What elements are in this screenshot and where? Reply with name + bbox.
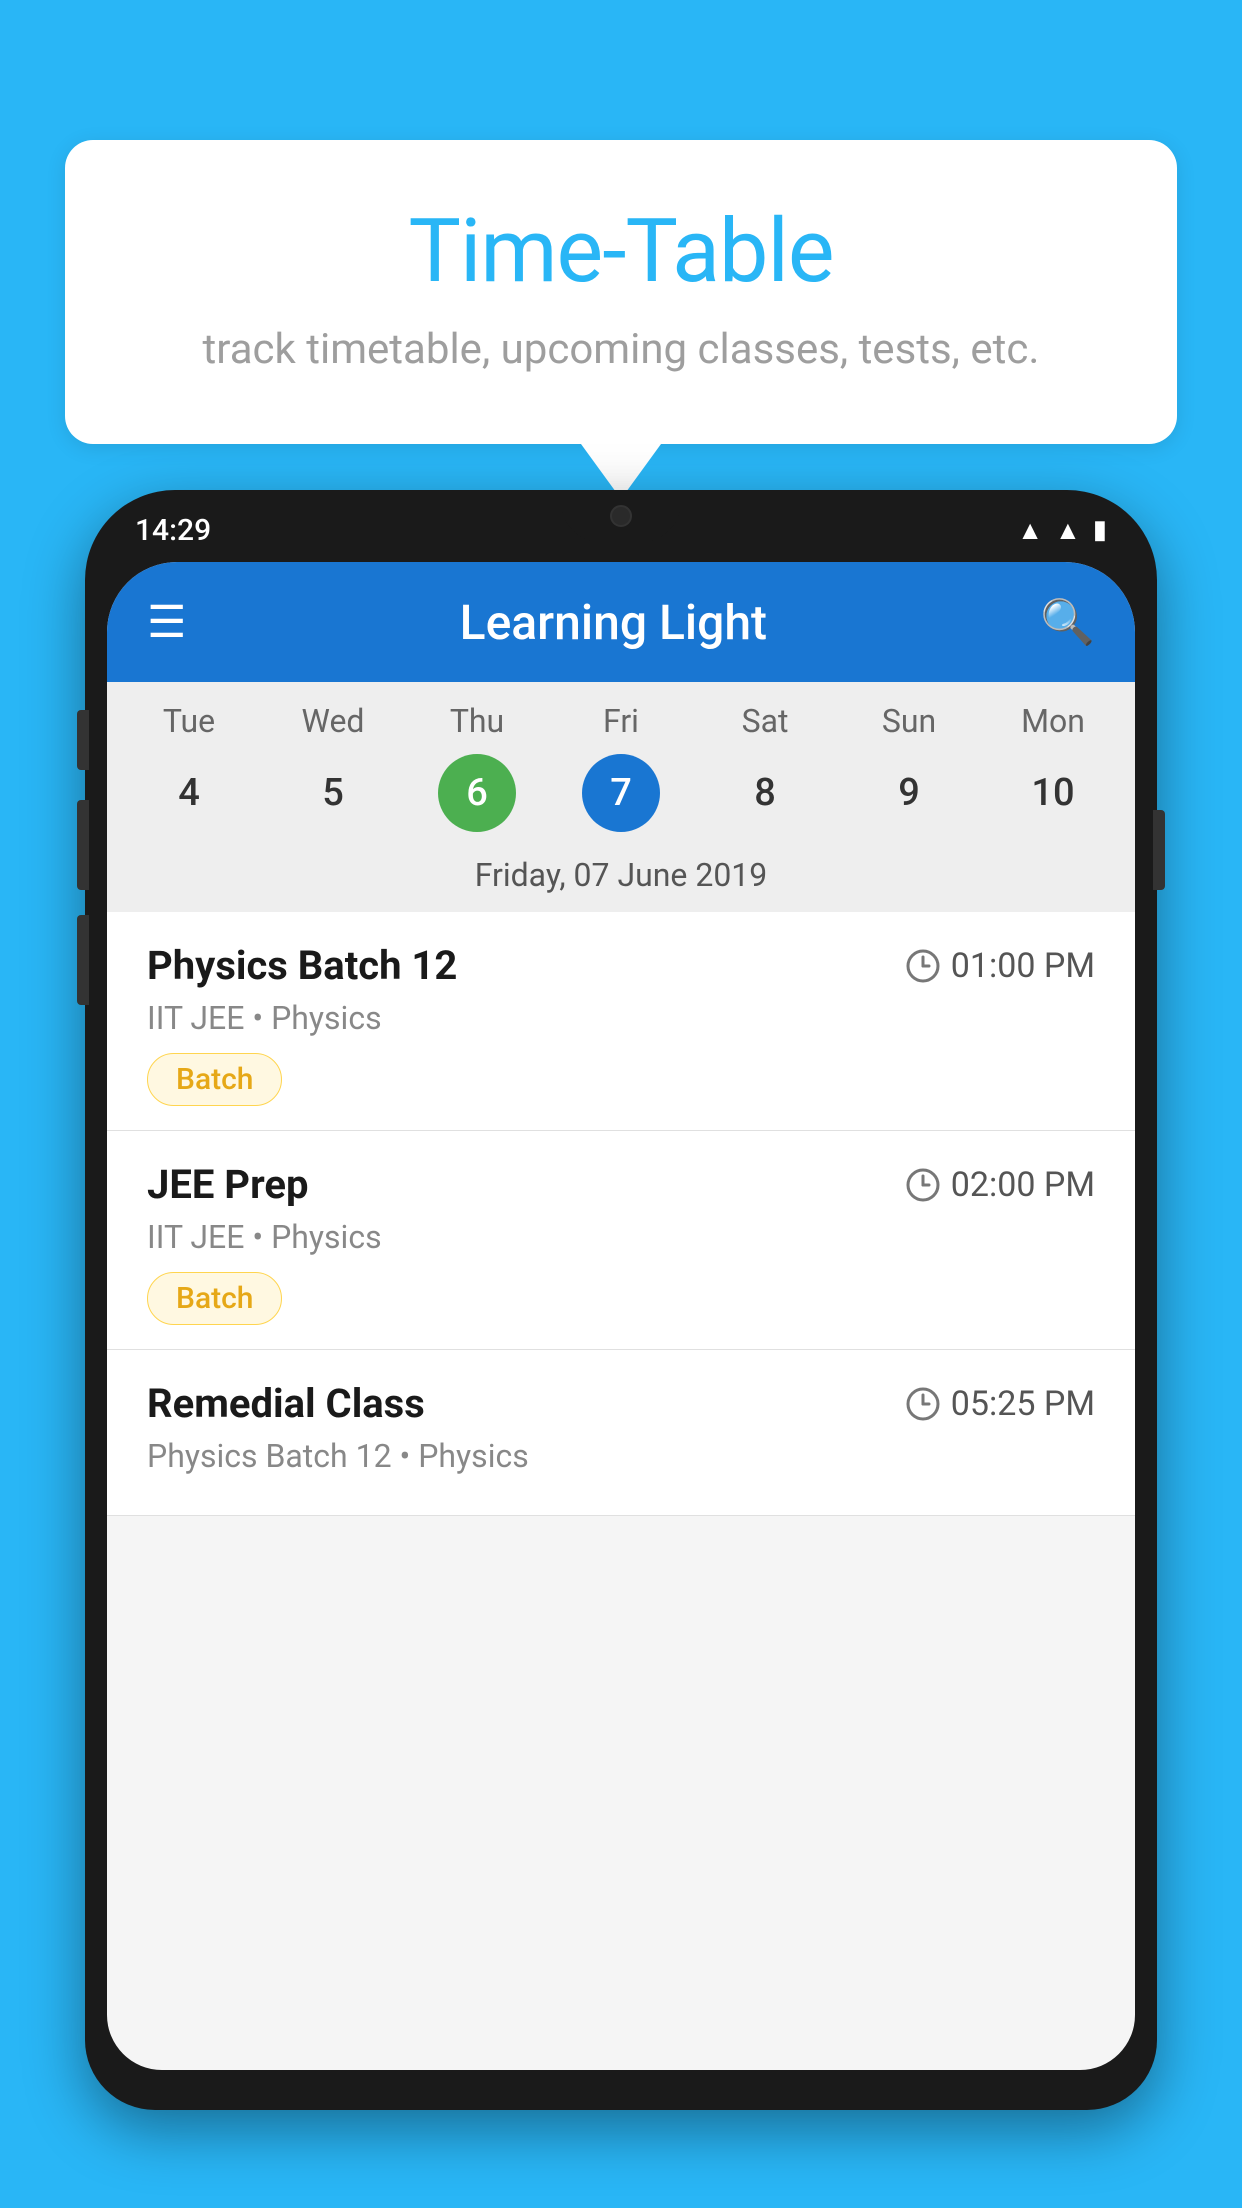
speech-bubble-subtitle: track timetable, upcoming classes, tests… <box>145 325 1097 374</box>
calendar-day-cell[interactable]: Wed 5 <box>268 702 398 840</box>
app-title: Learning Light <box>460 594 767 651</box>
schedule-item[interactable]: Remedial Class 05:25 PM Physics Batch 12 •… <box>107 1350 1135 1516</box>
schedule-item-time: 01:00 PM <box>905 946 1095 986</box>
schedule-item-subtitle: Physics Batch 12 • Physics <box>147 1437 1095 1475</box>
signal-icon: ▲ <box>1055 515 1081 546</box>
calendar-day-cell[interactable]: Sun 9 <box>844 702 974 840</box>
calendar-day-name: Thu <box>450 702 504 740</box>
calendar-day-num: 8 <box>726 754 804 832</box>
batch-tag: Batch <box>147 1053 282 1106</box>
app-bar: ☰ Learning Light 🔍 <box>107 562 1135 682</box>
schedule-item-header: Physics Batch 12 01:00 PM <box>147 942 1095 989</box>
calendar-day-name: Tue <box>163 702 215 740</box>
clock-icon <box>905 1167 941 1203</box>
calendar-day-num: 10 <box>1014 754 1092 832</box>
schedule-item[interactable]: JEE Prep 02:00 PM IIT JEE • Physics Batch <box>107 1131 1135 1350</box>
phone-screen: ☰ Learning Light 🔍 Tue4Wed5Thu6Fri7Sat8S… <box>107 562 1135 2070</box>
schedule-item-subtitle: IIT JEE • Physics <box>147 1218 1095 1256</box>
wifi-icon: ▲ <box>1017 515 1043 546</box>
schedule-item-title: Remedial Class <box>147 1380 425 1427</box>
calendar-day-num: 6 <box>438 754 516 832</box>
clock-icon <box>905 948 941 984</box>
calendar-day-name: Fri <box>603 702 639 740</box>
calendar-day-name: Wed <box>302 702 365 740</box>
time-text: 02:00 PM <box>951 1165 1095 1205</box>
phone-camera <box>610 505 632 527</box>
calendar-days-row: Tue 4 Wed 5 Thu 6 Fri 7 Sat 8 Sun 9 Mon 10 <box>107 702 1135 840</box>
schedule-item[interactable]: Physics Batch 12 01:00 PM IIT JEE • Physic… <box>107 912 1135 1131</box>
battery-icon: ▮ <box>1093 515 1107 545</box>
phone-volume-up-button <box>77 800 89 890</box>
search-icon[interactable]: 🔍 <box>1040 596 1095 648</box>
schedule-item-title: Physics Batch 12 <box>147 942 457 989</box>
schedule-item-time: 02:00 PM <box>905 1165 1095 1205</box>
status-icons: ▲ ▲ ▮ <box>1017 515 1107 546</box>
phone-mute-button <box>77 710 89 770</box>
schedule-item-title: JEE Prep <box>147 1161 308 1208</box>
calendar-day-num: 7 <box>582 754 660 832</box>
calendar-day-num: 9 <box>870 754 948 832</box>
calendar-day-cell[interactable]: Tue 4 <box>124 702 254 840</box>
schedule-item-time: 05:25 PM <box>905 1384 1095 1424</box>
phone-volume-down-button <box>77 915 89 1005</box>
calendar-day-cell[interactable]: Sat 8 <box>700 702 830 840</box>
selected-date-label: Friday, 07 June 2019 <box>107 840 1135 912</box>
calendar-day-num: 4 <box>150 754 228 832</box>
phone-outer: 14:29 ▲ ▲ ▮ ☰ Learning Light 🔍 Tue4Wed5T… <box>85 490 1157 2110</box>
schedule-item-header: Remedial Class 05:25 PM <box>147 1380 1095 1427</box>
calendar-strip: Tue 4 Wed 5 Thu 6 Fri 7 Sat 8 Sun 9 Mon 10 Friday, 07… <box>107 682 1135 912</box>
phone-container: 14:29 ▲ ▲ ▮ ☰ Learning Light 🔍 Tue4Wed5T… <box>85 490 1157 2208</box>
calendar-day-name: Sat <box>742 702 789 740</box>
calendar-day-cell[interactable]: Fri 7 <box>556 702 686 840</box>
schedule-item-subtitle: IIT JEE • Physics <box>147 999 1095 1037</box>
calendar-day-cell[interactable]: Thu 6 <box>412 702 542 840</box>
speech-bubble-title: Time-Table <box>145 200 1097 303</box>
calendar-day-name: Mon <box>1021 702 1085 740</box>
calendar-day-name: Sun <box>882 702 936 740</box>
batch-tag: Batch <box>147 1272 282 1325</box>
phone-power-button <box>1153 810 1165 890</box>
menu-icon[interactable]: ☰ <box>147 600 186 644</box>
status-time: 14:29 <box>135 513 211 548</box>
clock-icon <box>905 1386 941 1422</box>
calendar-day-num: 5 <box>294 754 372 832</box>
schedule-list: Physics Batch 12 01:00 PM IIT JEE • Physic… <box>107 912 1135 1516</box>
schedule-item-header: JEE Prep 02:00 PM <box>147 1161 1095 1208</box>
speech-bubble-container: Time-Table track timetable, upcoming cla… <box>65 140 1177 499</box>
time-text: 05:25 PM <box>951 1384 1095 1424</box>
phone-notch <box>561 490 681 542</box>
time-text: 01:00 PM <box>951 946 1095 986</box>
speech-bubble: Time-Table track timetable, upcoming cla… <box>65 140 1177 444</box>
calendar-day-cell[interactable]: Mon 10 <box>988 702 1118 840</box>
